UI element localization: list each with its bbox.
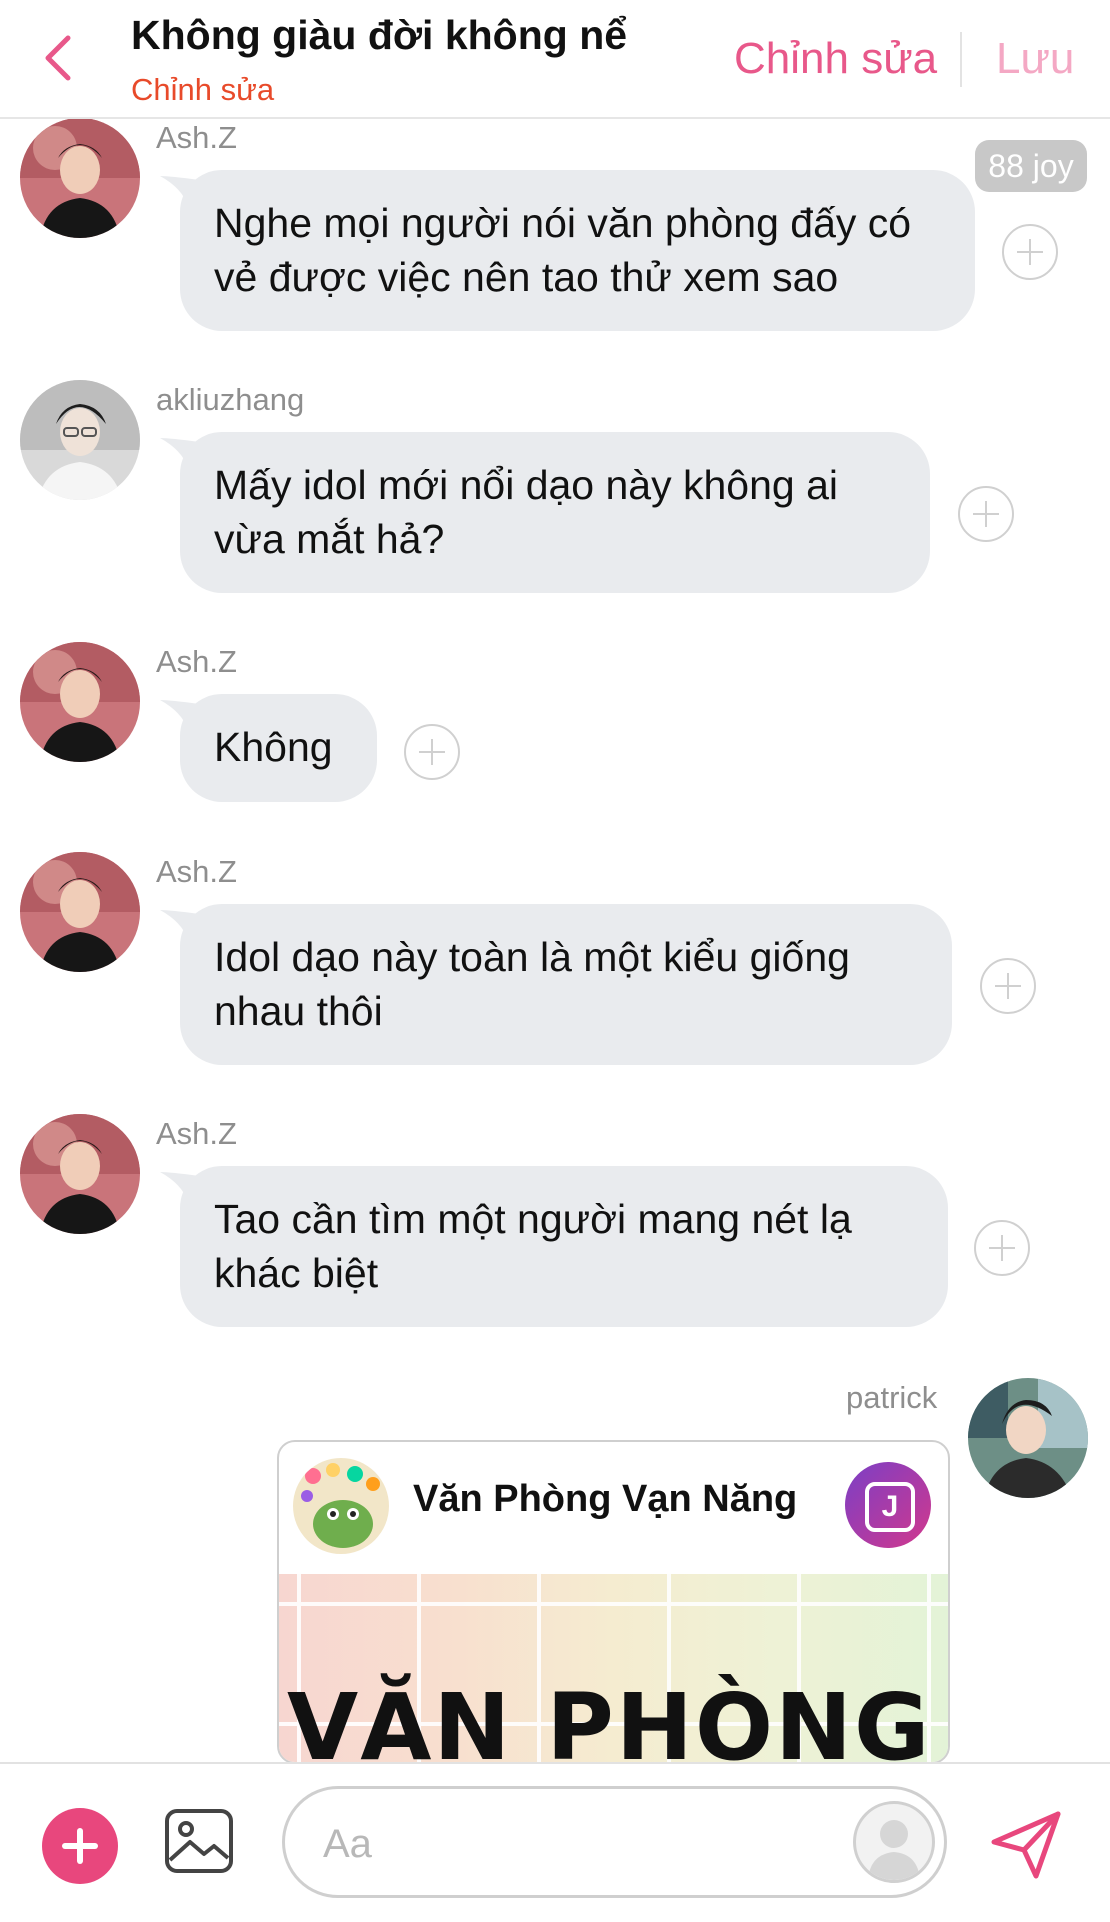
patrick-avatar[interactable] [968, 1378, 1088, 1498]
composer-bar [0, 1762, 1110, 1922]
add-reaction-button[interactable] [404, 724, 460, 780]
chat-header: Không giàu đời không nể Chỉnh sửa Chỉnh … [0, 0, 1110, 119]
save-button[interactable]: Lưu [996, 34, 1074, 84]
ash-z-avatar[interactable] [20, 642, 140, 762]
ash-z-avatar[interactable] [20, 852, 140, 972]
sender-name: Ash.Z [156, 1116, 237, 1151]
card-cover-image: VĂN PHÒNG [279, 1574, 948, 1764]
message-bubble[interactable]: Nghe mọi người nói văn phòng đấy có vẻ đ… [180, 170, 975, 331]
chat-title: Không giàu đời không nể [131, 12, 628, 58]
add-reaction-button[interactable] [980, 958, 1036, 1014]
add-reaction-button[interactable] [974, 1220, 1030, 1276]
message-bubble[interactable]: Idol dạo này toàn là một kiểu giống nhau… [180, 904, 952, 1065]
sender-name: akliuzhang [156, 382, 305, 417]
card-title: Văn Phòng Vạn Năng [413, 1478, 798, 1520]
akliuzhang-avatar[interactable] [20, 380, 140, 500]
ash-z-avatar[interactable] [20, 1114, 140, 1234]
message-bubble[interactable]: Mấy idol mới nổi dạo này không ai vừa mắ… [180, 432, 930, 593]
message-bubble[interactable]: Tao cần tìm một người mang nét lạ khác b… [180, 1166, 948, 1327]
image-icon[interactable] [164, 1808, 234, 1874]
message-bubble[interactable]: Không [180, 694, 377, 802]
add-reaction-button[interactable] [1002, 224, 1058, 280]
sender-name: Ash.Z [156, 854, 237, 889]
sender-name: Ash.Z [156, 120, 237, 155]
shared-page-card[interactable]: Văn Phòng Vạn Năng J VĂN PHÒNG [277, 1440, 950, 1764]
user-silhouette-icon[interactable] [853, 1801, 935, 1883]
cover-text: VĂN PHÒNG [287, 1674, 932, 1764]
badge-letter: J [865, 1482, 915, 1532]
message-input[interactable] [321, 1815, 805, 1873]
sender-name: patrick [846, 1380, 938, 1415]
joy-badge: 88 joy [975, 140, 1087, 192]
send-icon[interactable] [988, 1806, 1064, 1882]
page-badge-icon: J [845, 1462, 931, 1548]
add-reaction-button[interactable] [958, 486, 1014, 542]
ash-z-avatar[interactable] [20, 118, 140, 238]
chevron-left-icon[interactable] [38, 32, 78, 84]
sender-name: Ash.Z [156, 644, 237, 679]
header-divider [960, 32, 962, 87]
card-avatar [293, 1458, 389, 1554]
chat-subtitle[interactable]: Chỉnh sửa [131, 72, 274, 108]
plus-icon[interactable] [42, 1808, 118, 1884]
message-input-wrapper [282, 1786, 947, 1898]
edit-button[interactable]: Chỉnh sửa [734, 34, 937, 84]
